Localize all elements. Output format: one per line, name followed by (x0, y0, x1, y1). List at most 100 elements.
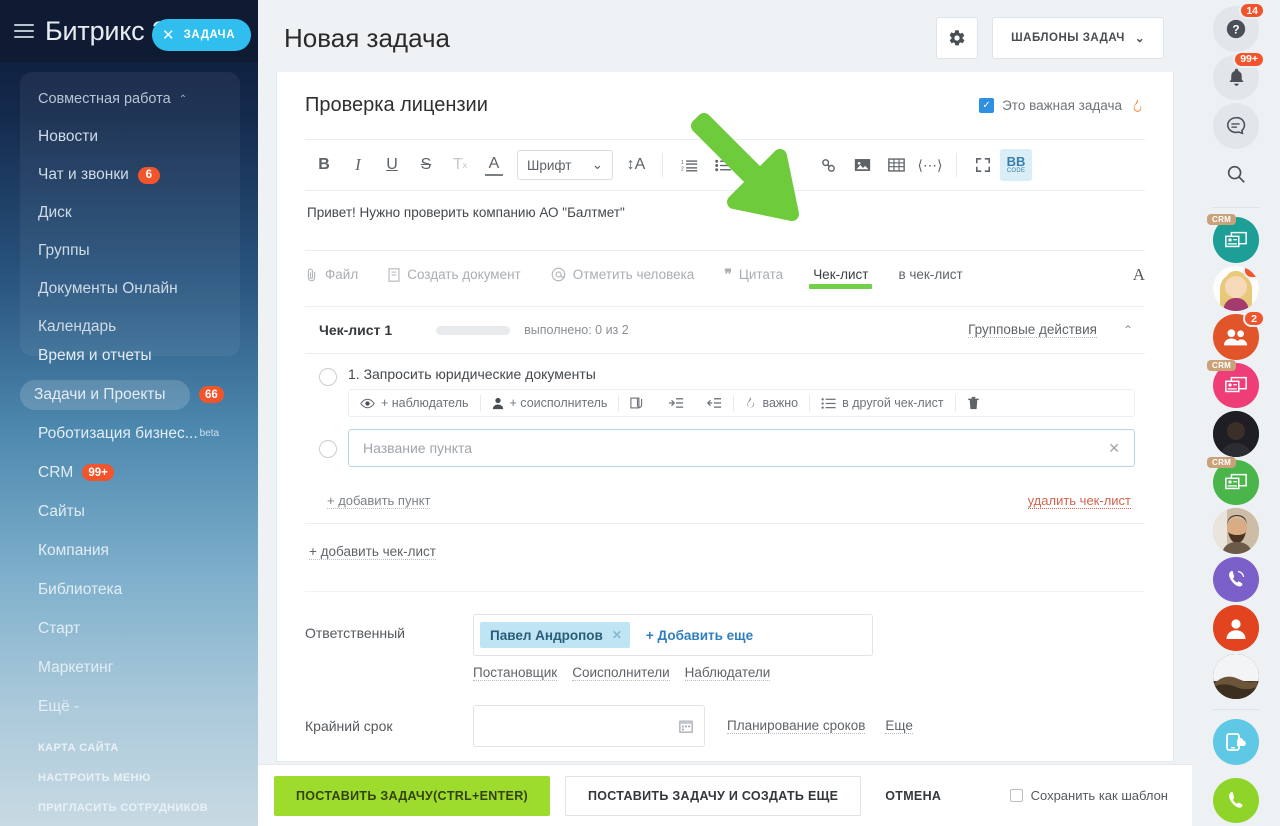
text-format-toggle[interactable]: A (1133, 265, 1145, 285)
description-editor[interactable]: Привет! Нужно проверить компанию АО "Бал… (305, 191, 1145, 250)
contact-button[interactable] (1213, 605, 1259, 651)
code-button[interactable]: ⟨⋯⟩ (913, 148, 947, 182)
task-templates-button[interactable]: ШАБЛОНЫ ЗАДАЧ ⌄ (992, 17, 1164, 59)
chip-close-icon[interactable]: ✕ (612, 628, 622, 642)
notifications-button[interactable]: 99+ (1213, 50, 1265, 101)
messages-button[interactable] (1213, 103, 1259, 149)
link-creator[interactable]: Постановщик (473, 665, 558, 681)
attach-file-button[interactable]: Файл (305, 267, 358, 282)
task-tab-pill[interactable]: ✕ ЗАДАЧА (152, 19, 252, 51)
checklist-item-text[interactable]: 1. Запросить юридические документы (348, 366, 1135, 382)
bbcode-button[interactable]: BB CODE (1000, 149, 1032, 181)
avatar-dark[interactable] (1213, 411, 1259, 457)
checklist-item-checkbox[interactable] (319, 368, 337, 386)
hamburger-menu-icon[interactable] (14, 24, 34, 38)
cancel-button[interactable]: ОТМЕНА (885, 789, 941, 803)
quote-button[interactable]: ❞ Цитата (724, 266, 783, 283)
sidebar-configure-menu-link[interactable]: НАСТРОИТЬ МЕНЮ (38, 772, 258, 784)
sidebar-item-groups[interactable]: Группы (20, 232, 240, 270)
sidebar-item-disk[interactable]: Диск (20, 194, 240, 232)
mention-person-button[interactable]: Отметить человека (551, 267, 694, 282)
deadline-input[interactable] (473, 705, 705, 747)
save-as-template-checkbox[interactable] (1009, 789, 1023, 802)
sidebar-item-robotization[interactable]: Роботизация бизнес... beta (20, 414, 258, 453)
save-as-template-toggle[interactable]: Сохранить как шаблон (1009, 788, 1168, 803)
avatar-woman[interactable]: 4 (1213, 265, 1259, 312)
add-coexecutor-button[interactable]: + соисполнитель (481, 390, 619, 416)
table-button[interactable] (879, 148, 913, 182)
text-color-button[interactable]: A (485, 154, 503, 176)
submit-task-button[interactable]: ПОСТАВИТЬ ЗАДАЧУ(CTRL+ENTER) (274, 775, 550, 816)
sidebar-item-company[interactable]: Компания (20, 531, 258, 570)
add-more-responsible-link[interactable]: + Добавить еще (646, 628, 753, 643)
sidebar-item-start[interactable]: Старт (20, 609, 258, 648)
sidebar-invite-employees-link[interactable]: ПРИГЛАСИТЬ СОТРУДНИКОВ (38, 802, 258, 814)
openline-button[interactable] (1213, 719, 1259, 765)
ordered-list-button[interactable]: 1 2 (672, 148, 706, 182)
move-to-checklist-button[interactable]: в другой чек-лист (810, 390, 955, 416)
task-name-input[interactable]: Проверка лицензии (305, 94, 979, 117)
sidebar-item-tasks-projects[interactable]: Задачи и Проекты (20, 379, 190, 410)
search-button[interactable] (1213, 152, 1259, 198)
sidebar-item-sites[interactable]: Сайты (20, 492, 258, 531)
sidebar-sitemap-link[interactable]: КАРТА САЙТА (38, 742, 258, 754)
important-task-toggle[interactable]: ✓ Это важная задача (979, 97, 1145, 114)
bold-button[interactable]: B (307, 148, 341, 182)
sidebar-item-chat[interactable]: Чат и звонки 6 (20, 156, 240, 194)
important-checkbox[interactable]: ✓ (979, 98, 995, 113)
indent-left-button[interactable] (695, 390, 733, 416)
sidebar-item-crm[interactable]: CRM 99+ (20, 453, 258, 492)
new-item-input[interactable]: Название пункта ✕ (348, 429, 1135, 467)
add-checklist-link[interactable]: + добавить чек-лист (309, 544, 436, 560)
crm-teal-button[interactable]: CRM (1207, 214, 1259, 263)
underline-button[interactable]: U (375, 148, 409, 182)
sidebar-item-docs-online[interactable]: Документы Онлайн (20, 270, 240, 308)
checklist-tab[interactable]: Чек-лист (809, 267, 873, 289)
italic-button[interactable]: I (341, 148, 375, 182)
sidebar-item-time-reports[interactable]: Время и отчеты (20, 336, 258, 375)
sidebar-item-marketing[interactable]: Маркетинг (20, 648, 258, 687)
add-item-link[interactable]: + добавить пункт (327, 493, 431, 509)
strikethrough-button[interactable]: S (409, 148, 443, 182)
responsible-field[interactable]: Павел Андропов ✕ + Добавить еще (473, 614, 873, 656)
link-schedule-planning[interactable]: Планирование сроков (727, 718, 866, 734)
sidebar-item-library[interactable]: Библиотека (20, 570, 258, 609)
sidebar-item-more[interactable]: Ещё - (20, 687, 258, 726)
delete-checklist-link[interactable]: удалить чек-лист (1027, 493, 1131, 509)
clear-format-button[interactable]: Tx (443, 148, 477, 182)
checklist-title[interactable]: Чек-лист 1 (319, 322, 392, 338)
sidebar-group-header[interactable]: Совместная работа ⌃ (20, 80, 240, 118)
mark-important-button[interactable]: важно (734, 390, 809, 416)
sidebar-item-news[interactable]: Новости (20, 118, 240, 156)
font-select[interactable]: Шрифт ⌄ (517, 150, 613, 180)
attach-to-item-button[interactable] (619, 390, 657, 416)
crm-pink-button[interactable]: CRM (1207, 359, 1259, 409)
chevron-up-icon[interactable]: ⌃ (1115, 323, 1141, 337)
close-icon[interactable]: ✕ (162, 28, 175, 43)
bullet-list-button[interactable] (706, 148, 740, 182)
add-observer-button[interactable]: + наблюдатель (349, 390, 480, 416)
create-document-button[interactable]: Создать документ (388, 267, 521, 282)
line-height-button[interactable]: ↕A (619, 148, 653, 182)
settings-button[interactable] (936, 17, 979, 59)
fullscreen-button[interactable] (966, 148, 1000, 182)
new-item-checkbox[interactable] (319, 440, 337, 458)
group-chat-button[interactable]: 2 (1213, 310, 1265, 360)
link-coexecutors[interactable]: Соисполнители (572, 665, 670, 681)
link-button[interactable] (811, 148, 845, 182)
avatar-beard[interactable] (1213, 508, 1259, 554)
avatar-photo[interactable] (1213, 653, 1259, 700)
help-button[interactable]: ? 14 (1213, 2, 1265, 52)
call-button[interactable] (1213, 777, 1259, 824)
image-button[interactable] (845, 148, 879, 182)
link-observers[interactable]: Наблюдатели (684, 665, 771, 681)
responsible-chip[interactable]: Павел Андропов ✕ (480, 622, 630, 648)
delete-item-button[interactable] (956, 390, 991, 416)
group-actions-link[interactable]: Групповые действия (968, 322, 1097, 338)
indent-right-button[interactable] (657, 390, 695, 416)
submit-and-create-more-button[interactable]: ПОСТАВИТЬ ЗАДАЧУ И СОЗДАТЬ ЕЩЕ (564, 775, 862, 816)
crm-green-button[interactable]: CRM (1207, 456, 1259, 506)
viber-button[interactable] (1213, 556, 1259, 603)
link-more[interactable]: Еще (885, 718, 913, 734)
clear-input-icon[interactable]: ✕ (1108, 440, 1120, 457)
